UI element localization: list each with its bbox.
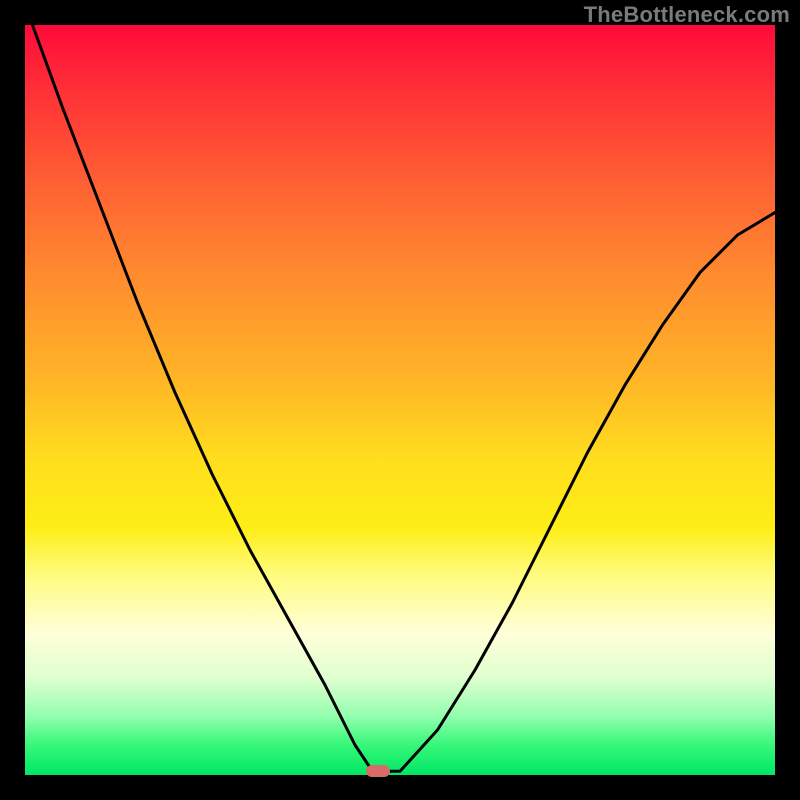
curve-layer bbox=[25, 25, 775, 775]
plot-area bbox=[25, 25, 775, 775]
chart-container: TheBottleneck.com bbox=[0, 0, 800, 800]
bottleneck-curve bbox=[33, 25, 776, 771]
optimum-marker bbox=[366, 765, 390, 777]
